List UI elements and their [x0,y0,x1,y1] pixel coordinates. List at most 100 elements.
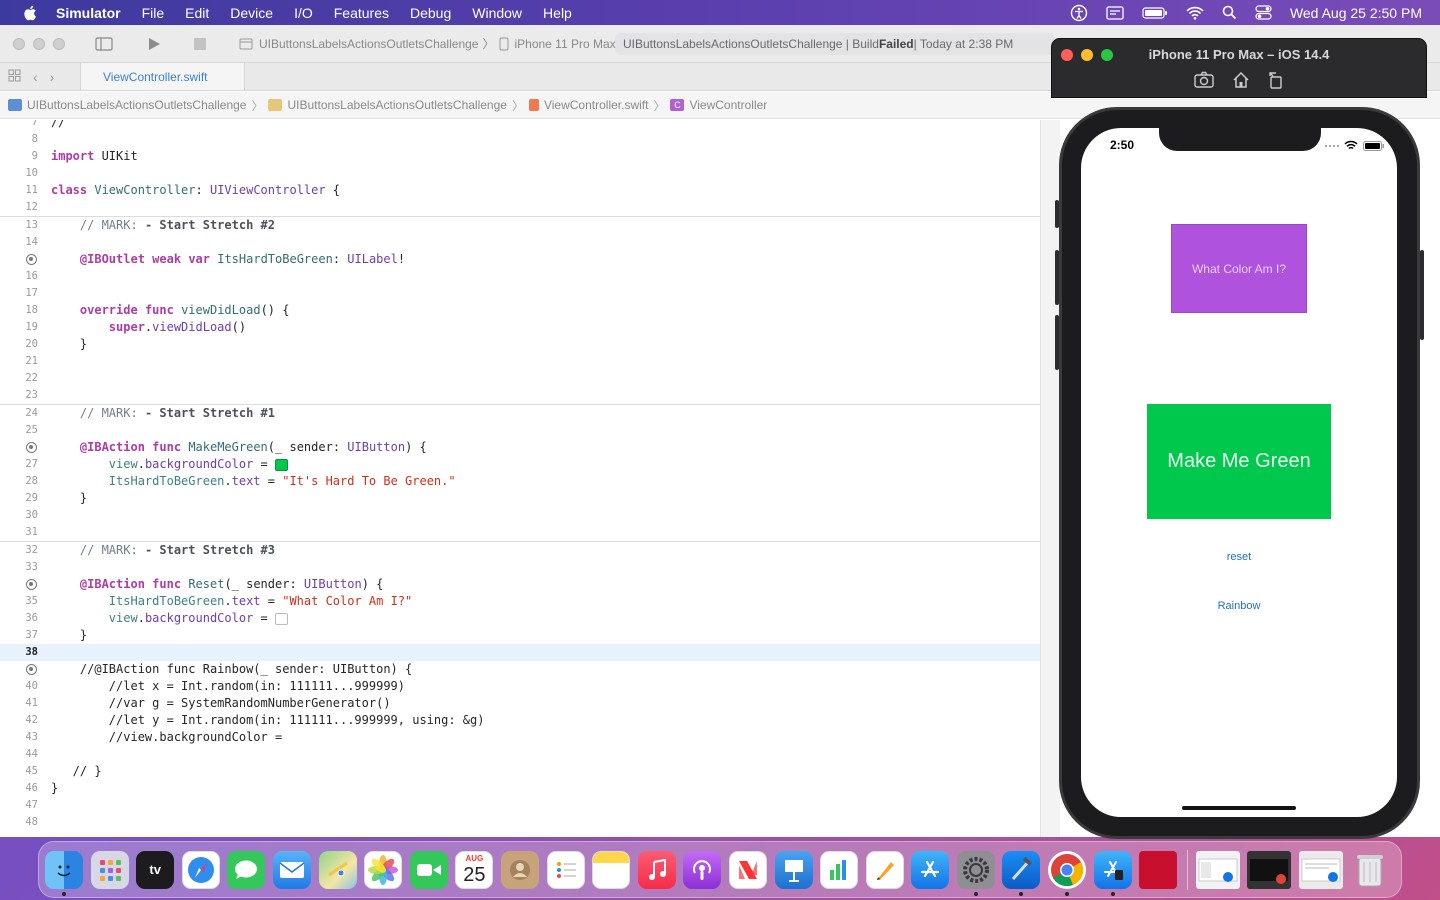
menu-app-name[interactable]: Simulator [56,5,121,21]
zoom-window-button[interactable] [53,37,65,50]
color-label: What Color Am I? [1171,224,1307,313]
code-line: 24 // MARK: - Start Stretch #1 [25,406,275,420]
notch [1159,128,1321,151]
display-icon[interactable] [1106,5,1124,20]
simulator-title: iPhone 11 Pro Max – iOS 14.4 [1148,47,1330,62]
facetime-icon[interactable] [409,850,448,889]
mail-icon[interactable] [272,850,311,889]
app-store-icon[interactable] [911,850,950,889]
menu-debug[interactable]: Debug [410,5,451,21]
finder-icon[interactable] [45,850,83,896]
apple-logo-icon[interactable] [20,4,42,22]
crumb-class[interactable]: C ViewController [670,98,767,112]
accessibility-icon[interactable] [1070,4,1088,22]
menu-device[interactable]: Device [230,5,273,21]
menu-edit[interactable]: Edit [185,5,209,21]
grid-icon[interactable] [8,69,21,85]
calendar-icon[interactable]: AUG 25 [455,850,494,889]
stop-icon[interactable] [191,37,209,51]
minimized-window-thumbnail[interactable] [1247,850,1292,889]
minimize-window-button[interactable] [33,37,45,50]
back-chevron-icon[interactable]: ‹ [33,69,38,85]
scheme-selector[interactable]: UIButtonsLabelsActionsOutletsChallenge 〉… [239,35,616,52]
apple-tv-icon[interactable]: tv [136,850,175,889]
code-line: 35 ItsHardToBeGreen.text = "What Color A… [25,594,413,608]
numbers-icon[interactable] [820,850,859,889]
pages-icon[interactable] [865,850,904,889]
menu-help[interactable]: Help [543,5,572,21]
rainbow-button[interactable]: Rainbow [1189,600,1289,612]
run-play-icon[interactable] [145,37,163,51]
screenshot-camera-icon[interactable] [1194,71,1214,89]
menu-features[interactable]: Features [334,5,389,21]
control-center-icon[interactable] [1255,5,1272,20]
code-line: 45 // } [25,764,102,778]
action-connection-icon[interactable] [26,664,37,675]
code-line: @IBOutlet weak var ItsHardToBeGreen: UIL… [0,251,1040,268]
reset-button[interactable]: reset [1189,551,1289,563]
news-icon[interactable] [728,850,767,889]
code-editor[interactable]: 7// 8 9 import UIKit 10 11 class ViewContr… [0,120,1040,837]
crumb-label: ViewController.swift [543,98,649,112]
parallels-icon[interactable] [1139,850,1178,889]
outlet-connection-icon[interactable] [26,254,37,265]
menu-window[interactable]: Window [472,5,522,21]
code-line: 48 [25,816,38,828]
crumb-label: UIButtonsLabelsActionsOutletsChallenge [287,98,507,112]
color-literal-white[interactable] [275,612,288,625]
code-line: 27 view.backgroundColor = [0,456,1040,473]
menu-io[interactable]: I/O [294,5,313,21]
maps-icon[interactable] [318,850,357,889]
minimized-window-thumbnail[interactable] [1299,850,1344,889]
crumb-project[interactable]: UIButtonsLabelsActionsOutletsChallenge [8,98,246,112]
navigator-toggle-icon[interactable] [95,36,113,51]
device-icon [499,37,509,50]
simulator-icon[interactable] [1093,850,1132,896]
xcode-icon[interactable] [1002,850,1041,896]
color-literal-green[interactable] [275,458,288,471]
tab-viewcontroller-swift[interactable]: ViewController.swift [80,63,245,90]
code-line: 20 } [25,337,88,351]
spotlight-search-icon[interactable] [1222,5,1237,20]
notes-icon[interactable] [592,850,631,889]
photos-icon[interactable] [364,850,403,889]
trash-icon[interactable] [1351,851,1389,889]
crumb-label: UIButtonsLabelsActionsOutletsChallenge [27,98,247,112]
chevron-right-icon: 〉 [482,37,495,51]
system-preferences-icon[interactable] [956,850,995,896]
action-connection-icon[interactable] [26,442,37,453]
power-button [1420,250,1424,340]
forward-chevron-icon[interactable]: › [50,69,55,85]
menu-file[interactable]: File [142,5,165,21]
home-icon[interactable] [1232,71,1250,89]
code-line: 36 view.backgroundColor = [0,610,1040,627]
action-connection-icon[interactable] [26,579,37,590]
menubar-clock[interactable]: Wed Aug 25 2:50 PM [1290,5,1422,21]
safari-icon[interactable] [181,850,220,889]
simulator-window-titlebar: iPhone 11 Pro Max – iOS 14.4 [1051,38,1427,98]
battery-icon[interactable] [1142,6,1168,19]
crumb-folder[interactable]: UIButtonsLabelsActionsOutletsChallenge [268,98,507,112]
keynote-icon[interactable] [774,850,813,889]
code-line: 46} [25,781,59,795]
podcasts-icon[interactable] [683,850,722,889]
make-me-green-button[interactable]: Make Me Green [1147,404,1331,519]
contacts-icon[interactable] [500,850,539,889]
code-line: 8 [31,133,38,145]
music-icon[interactable] [637,850,676,889]
chrome-icon[interactable] [1048,850,1087,896]
crumb-file[interactable]: ViewController.swift [528,98,649,112]
messages-icon[interactable] [227,850,266,889]
code-line: 14 [25,236,38,248]
close-window-button[interactable] [13,37,25,50]
launchpad-icon[interactable] [90,850,129,889]
wifi-icon[interactable] [1186,6,1204,20]
code-line: 21 [25,355,38,367]
code-line: 47 [25,799,38,811]
reminders-icon[interactable] [546,850,585,889]
rotate-icon[interactable] [1268,71,1284,89]
home-indicator[interactable] [1182,806,1296,810]
minimized-window-thumbnail[interactable] [1195,850,1240,889]
code-line: 28 ItsHardToBeGreen.text = "It's Hard To… [25,474,456,488]
volume-up-button [1055,250,1059,305]
